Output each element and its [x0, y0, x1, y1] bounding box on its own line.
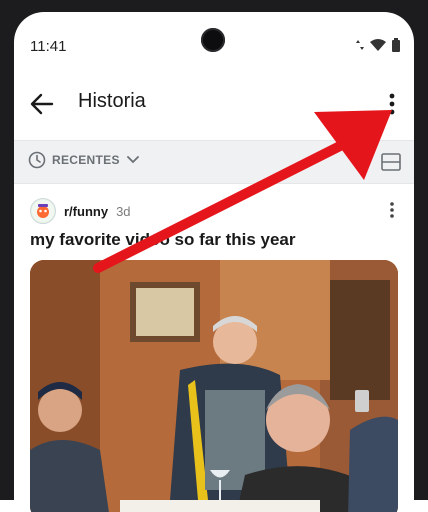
- post-age: 3d: [116, 203, 131, 219]
- status-bar: 11:41: [14, 12, 414, 70]
- chevron-down-icon: [126, 156, 139, 164]
- sort-dropdown[interactable]: RECENTES: [28, 151, 140, 169]
- data-arrows-icon: [356, 40, 364, 50]
- phone-frame: 11:41 Historia RECENTES r/funny 3d my fa…: [0, 0, 428, 512]
- post-more-options-icon[interactable]: [382, 200, 402, 220]
- front-camera: [201, 28, 225, 52]
- sort-label: RECENTES: [52, 153, 120, 167]
- card-layout-icon[interactable]: [380, 151, 402, 173]
- post-header: r/funny 3d: [30, 198, 131, 224]
- post-card[interactable]: r/funny 3d my favorite video so far this…: [14, 192, 414, 512]
- phone-screen: 11:41 Historia RECENTES r/funny 3d my fa…: [14, 12, 414, 512]
- subreddit-logo-icon: [32, 200, 54, 222]
- more-options-icon[interactable]: [382, 90, 402, 118]
- post-title[interactable]: my favorite video so far this year: [30, 230, 296, 250]
- subreddit-name[interactable]: r/funny: [64, 204, 108, 219]
- subreddit-avatar[interactable]: [30, 198, 56, 224]
- status-icons: [356, 38, 400, 52]
- back-arrow-icon[interactable]: [28, 90, 56, 118]
- sort-toolbar: RECENTES: [14, 140, 414, 184]
- page-title: Historia: [78, 90, 146, 112]
- post-video-thumbnail[interactable]: [30, 260, 398, 512]
- video-scene-image: [30, 260, 398, 512]
- app-bar: Historia: [14, 70, 414, 140]
- status-time: 11:41: [30, 38, 67, 55]
- wifi-icon: [370, 39, 386, 51]
- battery-icon: [392, 38, 400, 52]
- clock-icon: [28, 151, 46, 169]
